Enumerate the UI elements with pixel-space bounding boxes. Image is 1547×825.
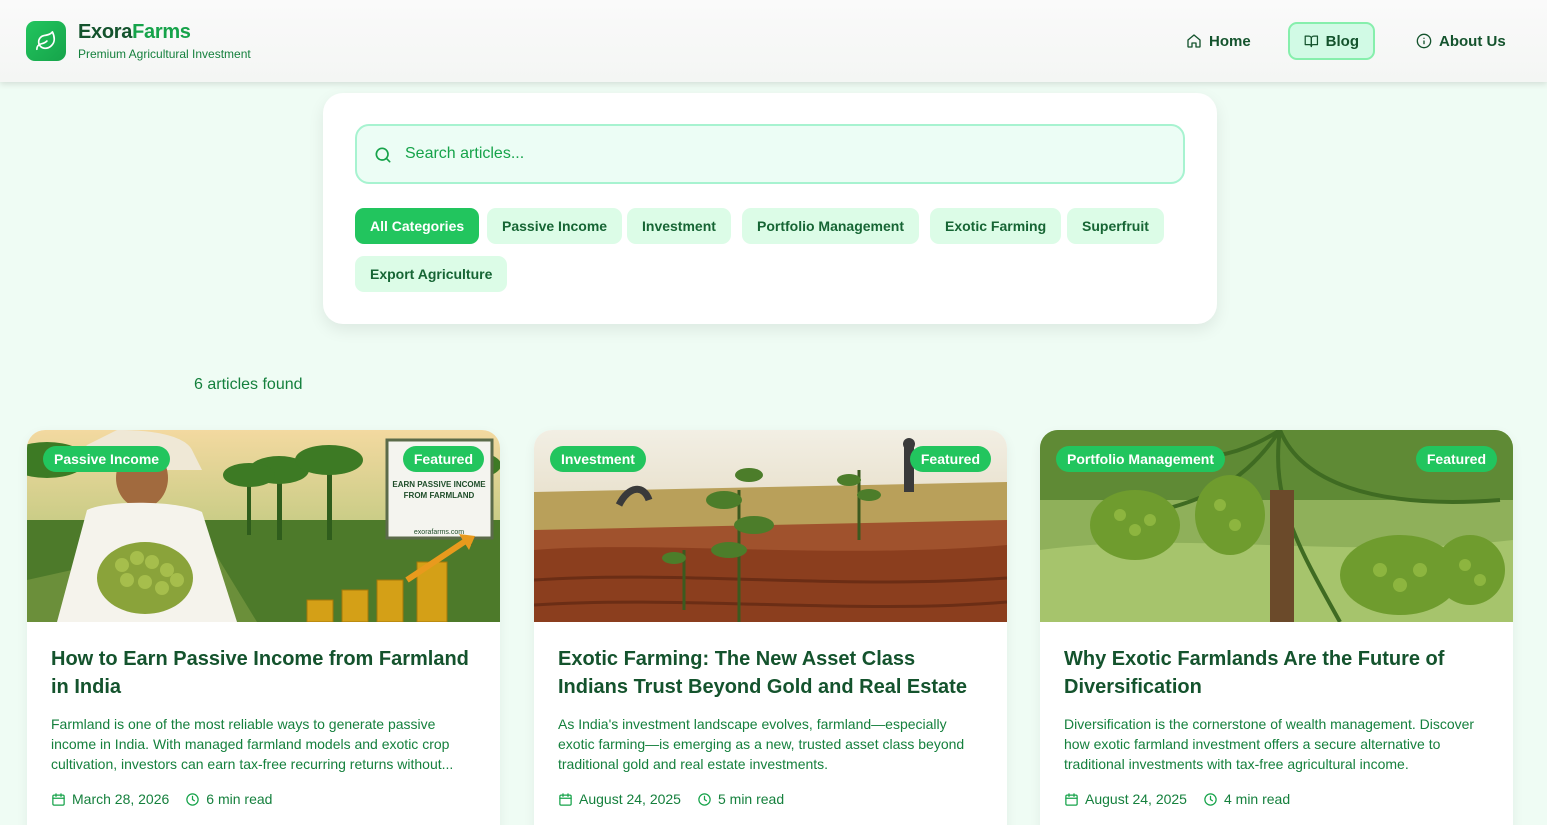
nav-about-label: About Us <box>1439 32 1506 50</box>
article-read-time: 5 min read <box>697 791 784 807</box>
category-chip-export-agriculture[interactable]: Export Agriculture <box>355 256 508 292</box>
category-badge: Investment <box>550 446 646 472</box>
article-image[interactable]: Investment Featured <box>534 430 1007 622</box>
article-date: August 24, 2025 <box>1064 791 1187 807</box>
nav-blog[interactable]: Blog <box>1288 22 1375 60</box>
calendar-icon <box>1065 792 1078 806</box>
article-meta: August 24, 2025 5 min read <box>558 791 784 807</box>
sign-footer: exorafarms.com <box>414 529 464 536</box>
clock-icon <box>698 792 711 806</box>
category-chip-portfolio-management[interactable]: Portfolio Management <box>742 208 920 244</box>
calendar-icon <box>52 792 65 806</box>
logo-badge[interactable] <box>26 21 66 61</box>
article-card[interactable]: EARN PASSIVE INCOME FROM FARMLAND exoraf… <box>27 430 500 825</box>
article-title[interactable]: Exotic Farming: The New Asset Class Indi… <box>558 645 988 701</box>
article-meta: August 24, 2025 4 min read <box>1064 791 1290 807</box>
brand-name[interactable]: ExoraFarms <box>78 21 251 44</box>
top-header: ExoraFarms Premium Agricultural Investme… <box>0 0 1547 82</box>
category-chip-all[interactable]: All Categories <box>355 208 480 244</box>
article-image[interactable]: Portfolio Management Featured <box>1040 430 1513 622</box>
leaf-icon <box>36 31 56 51</box>
featured-badge: Featured <box>909 446 991 472</box>
article-meta: March 28, 2026 6 min read <box>51 791 272 807</box>
clock-icon <box>186 792 200 806</box>
article-card[interactable]: Investment Featured Exotic Farming: The … <box>534 430 1007 825</box>
search-icon <box>375 147 391 163</box>
search-field[interactable] <box>355 124 1185 184</box>
nav-home-label: Home <box>1209 32 1251 50</box>
article-date: August 24, 2025 <box>558 791 681 807</box>
article-image[interactable]: EARN PASSIVE INCOME FROM FARMLAND exoraf… <box>27 430 500 622</box>
results-count: 6 articles found <box>194 376 303 393</box>
category-chip-exotic-farming[interactable]: Exotic Farming <box>930 208 1062 244</box>
article-excerpt: Diversification is the cornerstone of we… <box>1064 716 1475 772</box>
article-date-text: August 24, 2025 <box>579 791 681 807</box>
category-chip-passive-income[interactable]: Passive Income <box>487 208 623 244</box>
nav-about[interactable]: About Us <box>1400 22 1522 60</box>
sign-line-1: EARN PASSIVE INCOME <box>392 480 486 489</box>
article-read-time-text: 6 min read <box>206 791 273 807</box>
nav-blog-label: Blog <box>1325 32 1359 50</box>
article-excerpt: As India's investment landscape evolves,… <box>558 716 965 772</box>
clock-icon <box>1204 792 1217 806</box>
category-badge: Passive Income <box>43 446 171 472</box>
article-read-time-text: 4 min read <box>1223 791 1291 807</box>
brand-block: ExoraFarms Premium Agricultural Investme… <box>78 21 251 61</box>
article-read-time: 6 min read <box>185 791 272 807</box>
book-open-icon <box>1304 35 1319 48</box>
nav-home[interactable]: Home <box>1170 22 1267 60</box>
calendar-icon <box>559 792 572 806</box>
article-read-time-text: 5 min read <box>717 791 785 807</box>
article-title[interactable]: Why Exotic Farmlands Are the Future of D… <box>1064 645 1494 701</box>
article-date-text: March 28, 2026 <box>72 791 170 807</box>
search-filter-panel: All Categories Passive Income Investment… <box>323 93 1217 324</box>
brand-name-accent: Farms <box>132 21 191 43</box>
category-chip-superfruit[interactable]: Superfruit <box>1067 208 1164 244</box>
featured-badge: Featured <box>1415 446 1497 472</box>
featured-badge: Featured <box>402 446 484 472</box>
article-excerpt: Farmland is one of the most reliable way… <box>51 716 454 772</box>
article-date: March 28, 2026 <box>51 791 169 807</box>
article-read-time: 4 min read <box>1203 791 1290 807</box>
info-icon <box>1416 33 1432 49</box>
category-chip-investment[interactable]: Investment <box>627 208 731 244</box>
search-input[interactable] <box>405 126 1175 182</box>
home-icon <box>1187 34 1201 48</box>
article-card[interactable]: Portfolio Management Featured Why Exotic… <box>1040 430 1513 825</box>
article-date-text: August 24, 2025 <box>1085 791 1187 807</box>
brand-name-main: Exora <box>78 21 133 43</box>
brand-tagline: Premium Agricultural Investment <box>78 47 251 61</box>
category-badge: Portfolio Management <box>1056 446 1226 472</box>
sign-line-2: FROM FARMLAND <box>404 491 475 500</box>
article-title[interactable]: How to Earn Passive Income from Farmland… <box>51 645 481 701</box>
